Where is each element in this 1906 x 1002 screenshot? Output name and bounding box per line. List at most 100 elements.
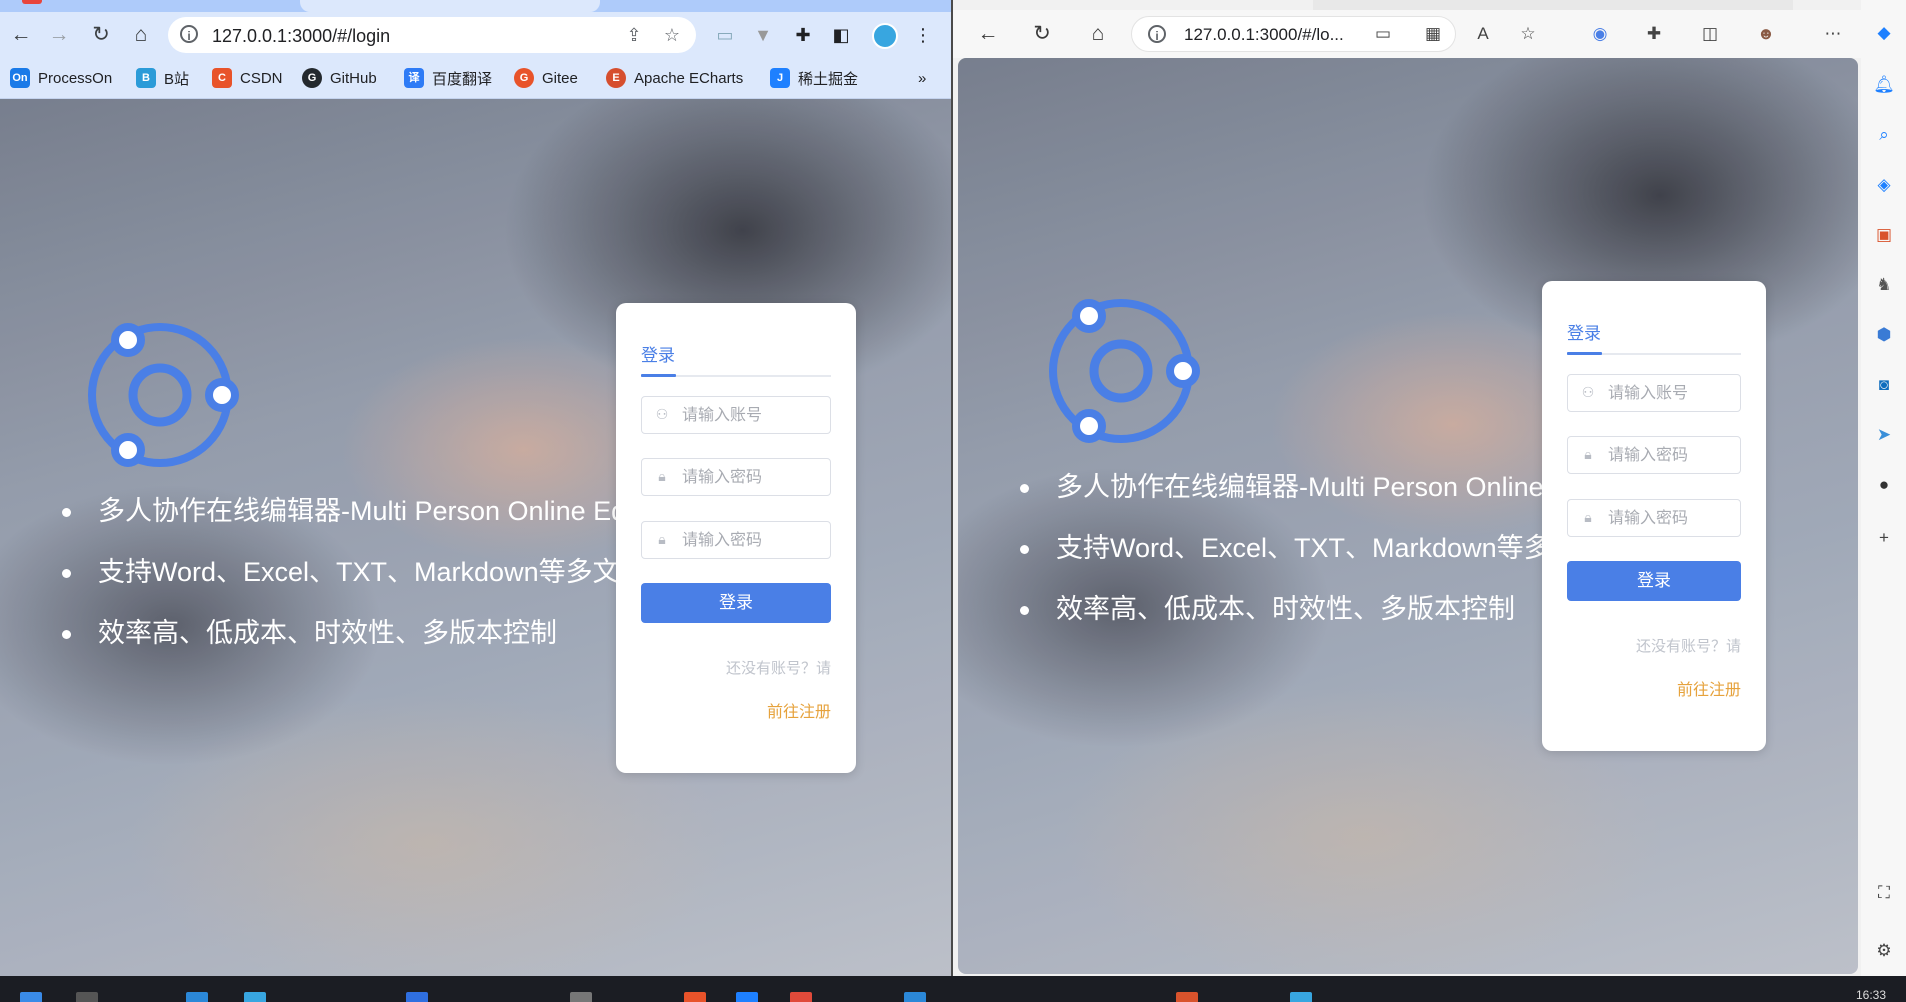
screenshot-icon[interactable]: ⛶ (1871, 880, 1897, 906)
games-icon[interactable]: ♞ (1871, 272, 1897, 298)
profile-avatar[interactable] (872, 23, 898, 49)
login-button[interactable]: 登录 (1567, 561, 1741, 601)
app-available-icon[interactable]: ▭ (1368, 19, 1398, 49)
taskbar-app-icon[interactable] (904, 992, 926, 1002)
drop-icon[interactable]: ● (1871, 472, 1897, 498)
back-arrow-icon[interactable]: ← (973, 19, 1003, 49)
lock-icon: 🔒︎ (1584, 446, 1592, 462)
echarts-icon: E (606, 68, 626, 88)
confirm-password-input[interactable] (1606, 506, 1750, 532)
taskbar-app-icon[interactable] (406, 992, 428, 1002)
toolbox-icon[interactable]: ▣ (1871, 222, 1897, 248)
address-url[interactable]: 127.0.0.1:3000/#/login (212, 26, 390, 47)
back-arrow-icon[interactable]: ← (6, 20, 36, 50)
address-url[interactable]: 127.0.0.1:3000/#/lo... (1184, 25, 1344, 45)
home-icon[interactable]: ⌂ (1083, 19, 1113, 49)
app-logo-icon (88, 323, 239, 467)
bookmark-item[interactable]: J 稀土掘金 (770, 66, 858, 90)
register-link[interactable]: 前往注册 (1677, 676, 1741, 700)
taskbar-app-icon[interactable] (736, 992, 758, 1002)
bookmark-item[interactable]: C CSDN (212, 66, 283, 90)
bookmark-star-icon[interactable]: ☆ (660, 23, 684, 47)
bookmark-item[interactable]: G GitHub (302, 66, 377, 90)
register-link[interactable]: 前往注册 (767, 698, 831, 722)
extension-screen-icon[interactable]: ▭ (710, 20, 740, 50)
bookmark-label: CSDN (240, 69, 283, 87)
active-tab[interactable] (300, 0, 600, 12)
split-screen-icon[interactable]: ◫ (1695, 19, 1725, 49)
share-icon[interactable]: ⇪ (622, 23, 646, 47)
copilot-icon[interactable]: ◆ (1871, 20, 1897, 46)
bookmarks-bar: On ProcessOn B B站 C CSDN G GitHub 译 百度翻译… (0, 58, 952, 99)
tab-login[interactable]: 登录 (1567, 319, 1601, 344)
microsoft365-icon[interactable]: ⬢ (1871, 322, 1897, 348)
edge-window: ← ↻ ⌂ i 127.0.0.1:3000/#/lo... ▭ ▦ A ☆ ◉… (953, 0, 1906, 976)
lock-icon: 🔒︎ (658, 468, 666, 484)
side-panel-icon[interactable]: ◧ (826, 20, 856, 50)
confirm-password-input[interactable] (680, 528, 824, 554)
login-button[interactable]: 登录 (641, 583, 831, 623)
taskbar: 16:33 (0, 976, 1906, 1002)
taskbar-app-icon[interactable] (186, 992, 208, 1002)
outlook-icon[interactable]: ◙ (1871, 372, 1897, 398)
bookmark-label: 稀土掘金 (798, 70, 859, 88)
read-aloud-icon[interactable]: A (1468, 19, 1498, 49)
forward-arrow-icon[interactable]: → (44, 20, 74, 50)
bookmark-item[interactable]: B B站 (136, 66, 189, 90)
extensions-puzzle-icon[interactable]: ✚ (788, 20, 818, 50)
add-icon[interactable]: + (1871, 525, 1897, 551)
browser-toolbar: ← ↻ ⌂ i 127.0.0.1:3000/#/lo... ▭ ▦ A ☆ ◉… (953, 10, 1906, 58)
taskbar-app-icon[interactable] (570, 992, 592, 1002)
gitee-icon: G (514, 68, 534, 88)
bookmark-item[interactable]: 译 百度翻译 (404, 66, 492, 90)
taskbar-app-icon[interactable] (684, 992, 706, 1002)
taskbar-clock[interactable]: 16:33 (1856, 988, 1886, 1002)
home-icon[interactable]: ⌂ (126, 20, 156, 50)
extension-vue-icon[interactable]: ▼ (748, 20, 778, 50)
taskbar-app-icon[interactable] (790, 992, 812, 1002)
more-menu-icon[interactable]: ⋯ (1818, 19, 1848, 49)
bookmarks-overflow-button[interactable]: » (918, 66, 926, 90)
bell-icon[interactable]: 🔔︎ (1871, 72, 1897, 98)
tab-login[interactable]: 登录 (641, 341, 675, 366)
search-icon[interactable]: ⌕ (1871, 122, 1897, 148)
account-field: ⚇ (1567, 374, 1750, 412)
page-content: 多人协作在线编辑器-Multi Person Online Editor 支持W… (0, 99, 952, 976)
taskbar-app-icon[interactable] (1176, 992, 1198, 1002)
tab-active-indicator (1567, 352, 1602, 355)
password-input[interactable] (1606, 443, 1750, 469)
login-card: 登录 ⚇ 🔒︎ 🔒︎ 登录 还没有账号？请 前往注册 (616, 303, 856, 773)
feature-list: 多人协作在线编辑器-Multi Person Online Editor 支持W… (62, 491, 701, 674)
active-tab[interactable] (1313, 0, 1793, 10)
more-menu-icon[interactable]: ⋮ (908, 20, 938, 50)
account-input[interactable] (1606, 381, 1750, 407)
address-bar[interactable]: i 127.0.0.1:3000/#/lo... (1131, 16, 1456, 52)
settings-gear-icon[interactable]: ⚙ (1871, 938, 1897, 964)
site-info-icon[interactable]: i (180, 25, 198, 43)
processon-icon: On (10, 68, 30, 88)
account-input[interactable] (680, 403, 824, 429)
qr-code-icon[interactable]: ▦ (1418, 19, 1448, 49)
bookmark-label: Gitee (542, 69, 578, 87)
extensions-icon[interactable]: ✚ (1639, 19, 1669, 49)
site-info-icon[interactable]: i (1148, 25, 1166, 43)
bookmark-item[interactable]: On ProcessOn (10, 66, 112, 90)
extension-record-icon[interactable]: ◉ (1585, 19, 1615, 49)
tag-icon[interactable]: ◈ (1871, 172, 1897, 198)
reload-icon[interactable]: ↻ (86, 20, 116, 50)
bookmark-item[interactable]: E Apache ECharts (606, 66, 743, 90)
tab-favicon[interactable] (22, 0, 42, 4)
bookmark-item[interactable]: G Gitee (514, 66, 578, 90)
bookmark-label: B站 (164, 70, 190, 88)
profile-avatar[interactable]: ☻ (1751, 19, 1781, 49)
feature-item: 效率高、低成本、时效性、多版本控制 (62, 613, 701, 674)
reload-icon[interactable]: ↻ (1027, 19, 1057, 49)
taskbar-app-icon[interactable] (76, 992, 98, 1002)
taskbar-app-icon[interactable] (244, 992, 266, 1002)
send-icon[interactable]: ➤ (1871, 422, 1897, 448)
start-icon[interactable] (20, 992, 42, 1002)
address-bar[interactable]: i 127.0.0.1:3000/#/login ⇪ ☆ (168, 17, 696, 53)
taskbar-app-icon[interactable] (1290, 992, 1312, 1002)
favorite-star-icon[interactable]: ☆ (1513, 19, 1543, 49)
password-input[interactable] (680, 465, 824, 491)
